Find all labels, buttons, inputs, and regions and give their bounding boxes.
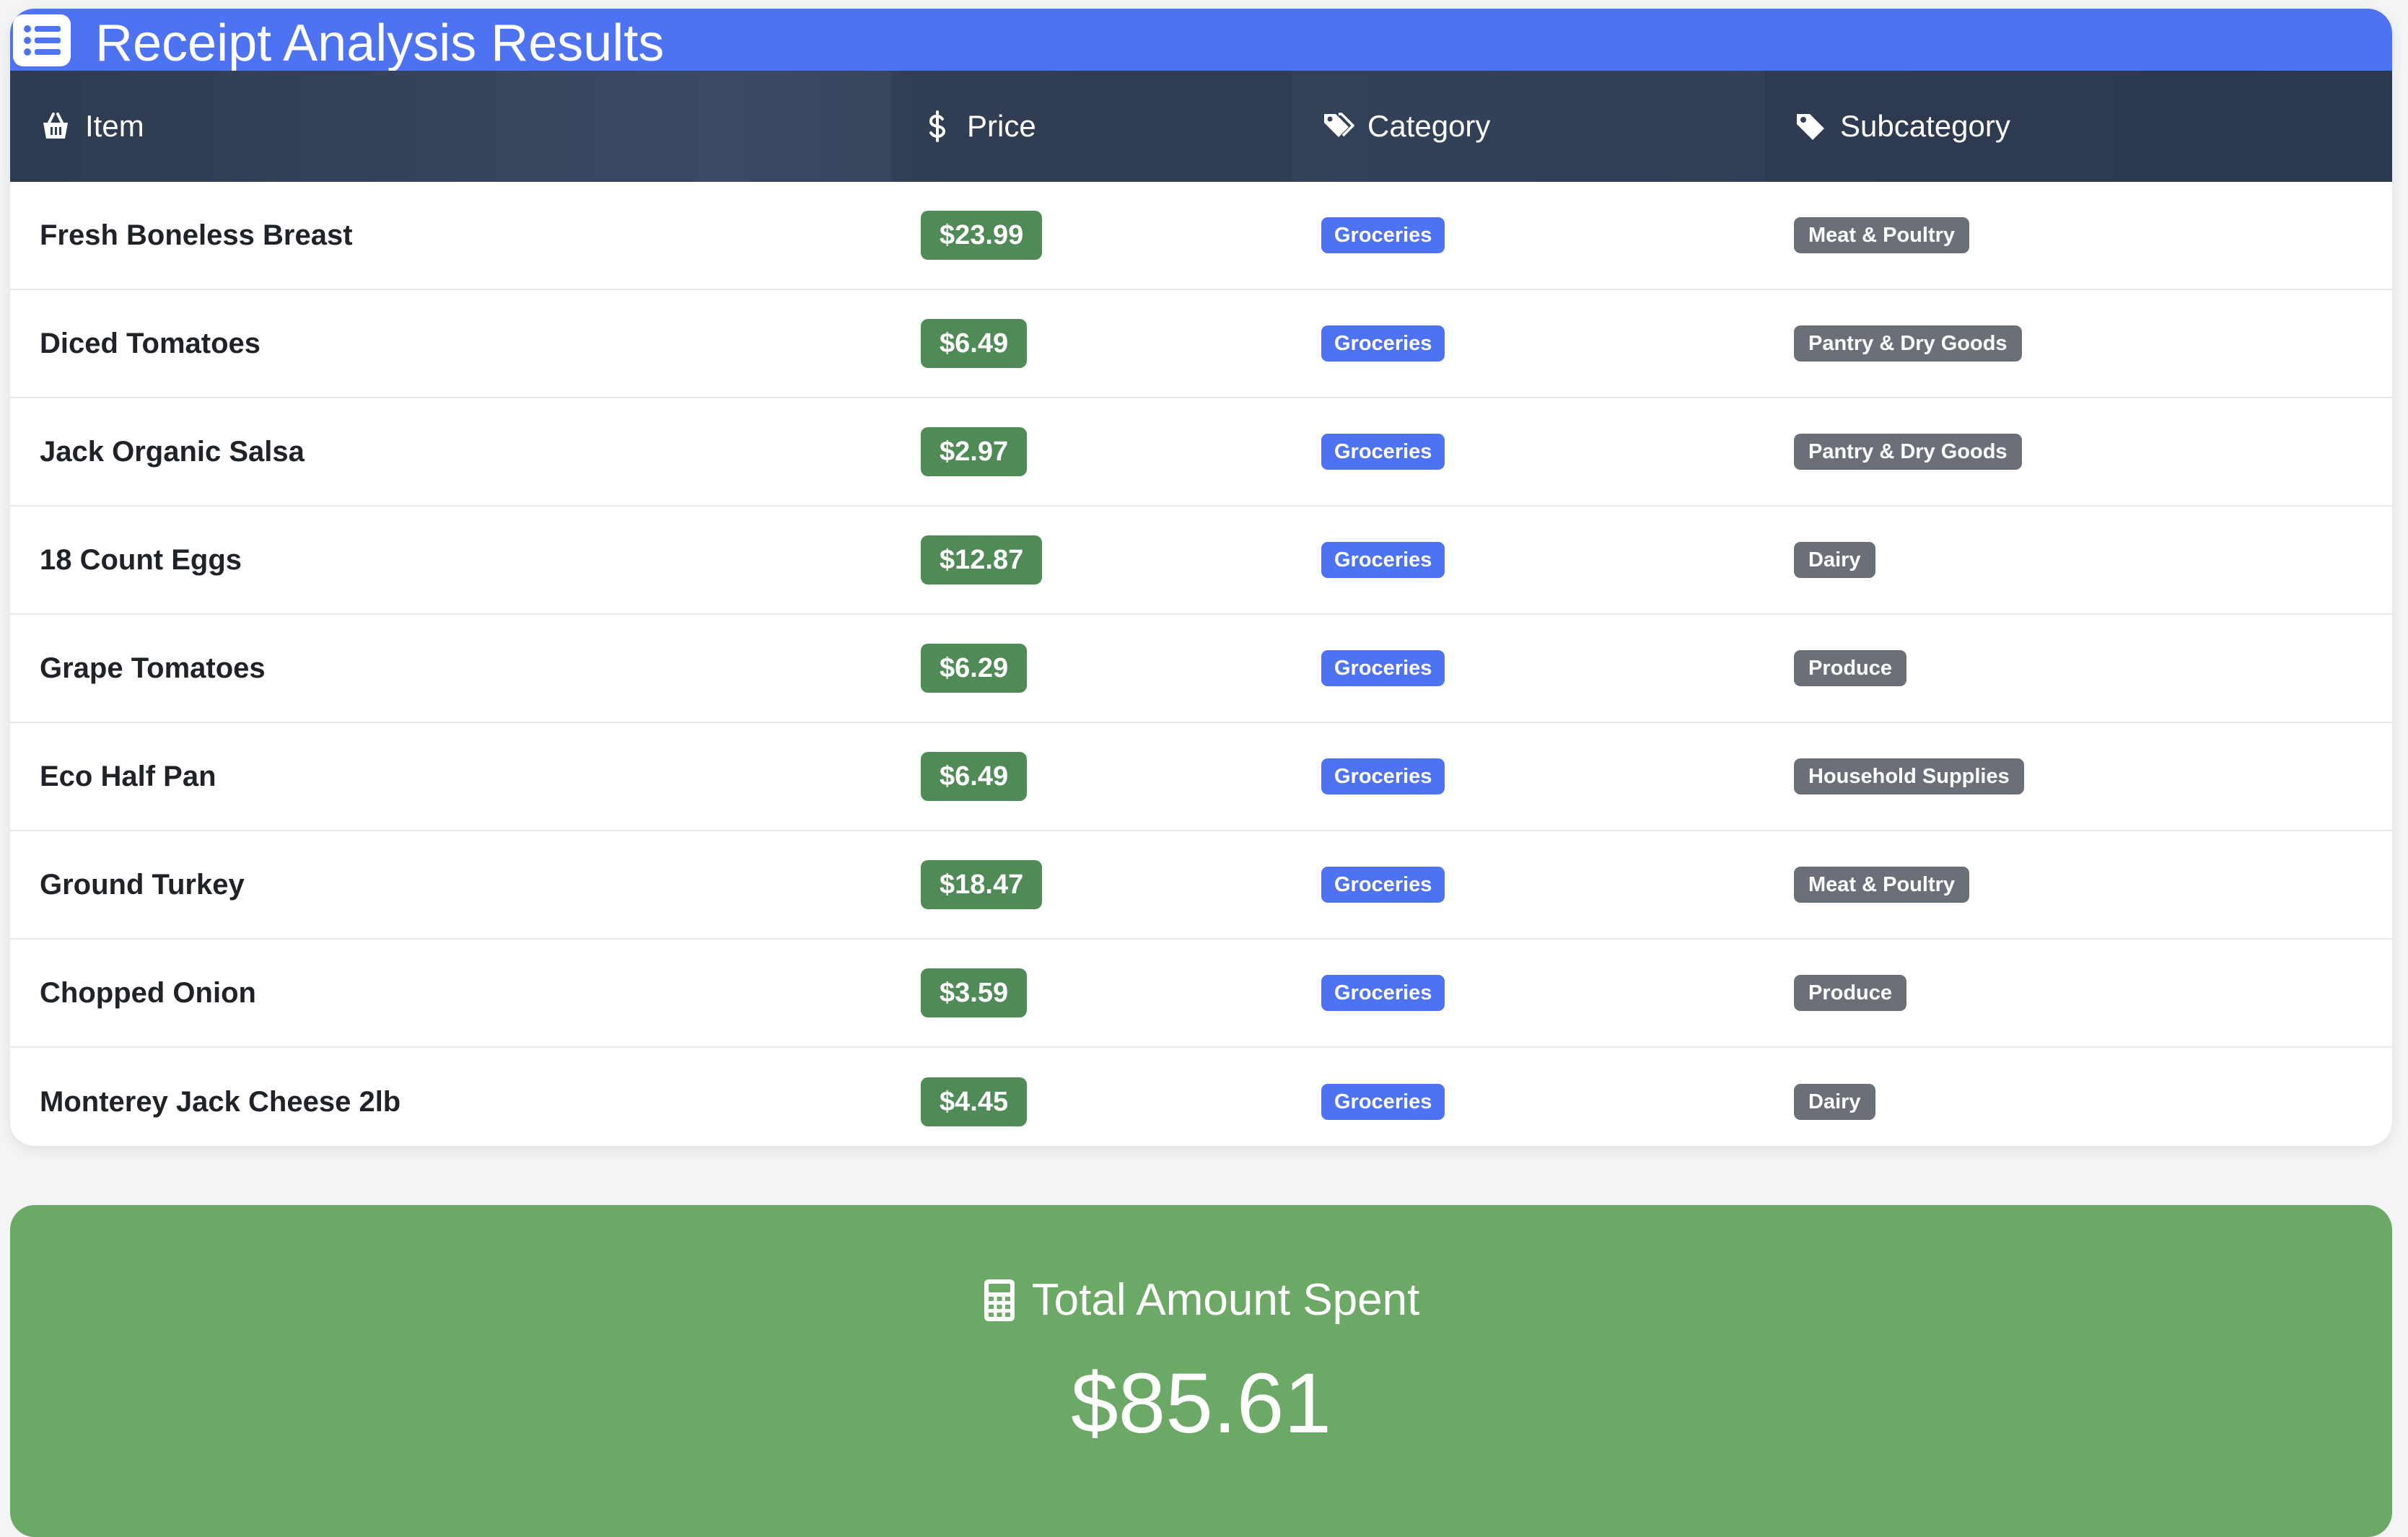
- column-header-item[interactable]: Item: [10, 71, 892, 182]
- category-badge: Groceries: [1321, 217, 1445, 253]
- item-name: Ground Turkey: [40, 868, 245, 901]
- subcategory-badge: Dairy: [1794, 542, 1875, 578]
- category-badge: Groceries: [1321, 1084, 1445, 1120]
- column-label-item: Item: [85, 109, 144, 143]
- table-row[interactable]: Diced Tomatoes $6.49 Groceries Pantry & …: [10, 290, 2392, 398]
- table-row[interactable]: Chopped Onion $3.59 Groceries Produce: [10, 940, 2392, 1048]
- column-header-category[interactable]: Category: [1292, 71, 1765, 182]
- total-title: Total Amount Spent: [10, 1274, 2392, 1326]
- subcategory-badge: Household Supplies: [1794, 758, 2024, 794]
- receipt-results-card: Receipt Analysis Results Item Price Cate…: [10, 9, 2392, 1146]
- total-summary-card: Total Amount Spent $85.61: [10, 1205, 2392, 1537]
- price-badge: $18.47: [921, 860, 1043, 909]
- item-name: Fresh Boneless Breast: [40, 219, 353, 251]
- category-badge: Groceries: [1321, 867, 1445, 903]
- subcategory-badge: Produce: [1794, 650, 1907, 686]
- subcategory-badge: Pantry & Dry Goods: [1794, 434, 2022, 470]
- table-row[interactable]: Jack Organic Salsa $2.97 Groceries Pantr…: [10, 398, 2392, 507]
- total-amount: $85.61: [1071, 1356, 1331, 1451]
- price-badge: $6.29: [921, 644, 1028, 693]
- category-badge: Groceries: [1321, 325, 1445, 362]
- item-name: Chopped Onion: [40, 976, 256, 1009]
- table-header: Item Price Category Subcategory: [10, 71, 2392, 182]
- price-badge: $2.97: [921, 427, 1028, 476]
- subcategory-badge: Pantry & Dry Goods: [1794, 325, 2022, 362]
- table-body: Fresh Boneless Breast $23.99 Groceries M…: [10, 182, 2392, 1146]
- category-badge: Groceries: [1321, 434, 1445, 470]
- price-badge: $23.99: [921, 211, 1043, 260]
- table-row[interactable]: Grape Tomatoes $6.29 Groceries Produce: [10, 615, 2392, 723]
- column-label-category: Category: [1367, 109, 1491, 143]
- tag-icon: [1794, 110, 1827, 143]
- item-name: Grape Tomatoes: [40, 652, 266, 684]
- table-row[interactable]: Eco Half Pan $6.49 Groceries Household S…: [10, 723, 2392, 831]
- price-badge: $6.49: [921, 752, 1028, 801]
- item-name: Diced Tomatoes: [40, 327, 260, 359]
- card-header: Receipt Analysis Results: [10, 9, 2392, 72]
- subcategory-badge: Dairy: [1794, 1084, 1875, 1120]
- item-name: Monterey Jack Cheese 2lb: [40, 1085, 401, 1118]
- price-badge: $12.87: [921, 535, 1043, 584]
- category-badge: Groceries: [1321, 758, 1445, 794]
- table-row[interactable]: 18 Count Eggs $12.87 Groceries Dairy: [10, 507, 2392, 615]
- total-label: Total Amount Spent: [1031, 1275, 1420, 1325]
- calculator-icon: [983, 1278, 1016, 1323]
- table-row[interactable]: Monterey Jack Cheese 2lb $4.45 Groceries…: [10, 1048, 2392, 1146]
- page-title: Receipt Analysis Results: [95, 14, 665, 72]
- tags-icon: [1321, 110, 1354, 143]
- basket-icon: [39, 110, 72, 143]
- table-row[interactable]: Ground Turkey $18.47 Groceries Meat & Po…: [10, 831, 2392, 940]
- subcategory-badge: Meat & Poultry: [1794, 217, 1970, 253]
- category-badge: Groceries: [1321, 542, 1445, 578]
- column-header-subcategory[interactable]: Subcategory: [1765, 71, 2392, 182]
- list-icon: [13, 14, 71, 66]
- item-name: Eco Half Pan: [40, 760, 216, 792]
- item-name: 18 Count Eggs: [40, 543, 242, 576]
- column-header-price[interactable]: Price: [892, 71, 1292, 182]
- price-badge: $6.49: [921, 319, 1028, 368]
- dollar-icon: [921, 110, 954, 143]
- column-label-subcategory: Subcategory: [1840, 109, 2010, 143]
- column-label-price: Price: [967, 109, 1036, 143]
- subcategory-badge: Meat & Poultry: [1794, 867, 1970, 903]
- table-row[interactable]: Fresh Boneless Breast $23.99 Groceries M…: [10, 182, 2392, 290]
- subcategory-badge: Produce: [1794, 975, 1907, 1011]
- category-badge: Groceries: [1321, 650, 1445, 686]
- price-badge: $4.45: [921, 1077, 1028, 1126]
- item-name: Jack Organic Salsa: [40, 435, 305, 468]
- category-badge: Groceries: [1321, 975, 1445, 1011]
- price-badge: $3.59: [921, 968, 1028, 1017]
